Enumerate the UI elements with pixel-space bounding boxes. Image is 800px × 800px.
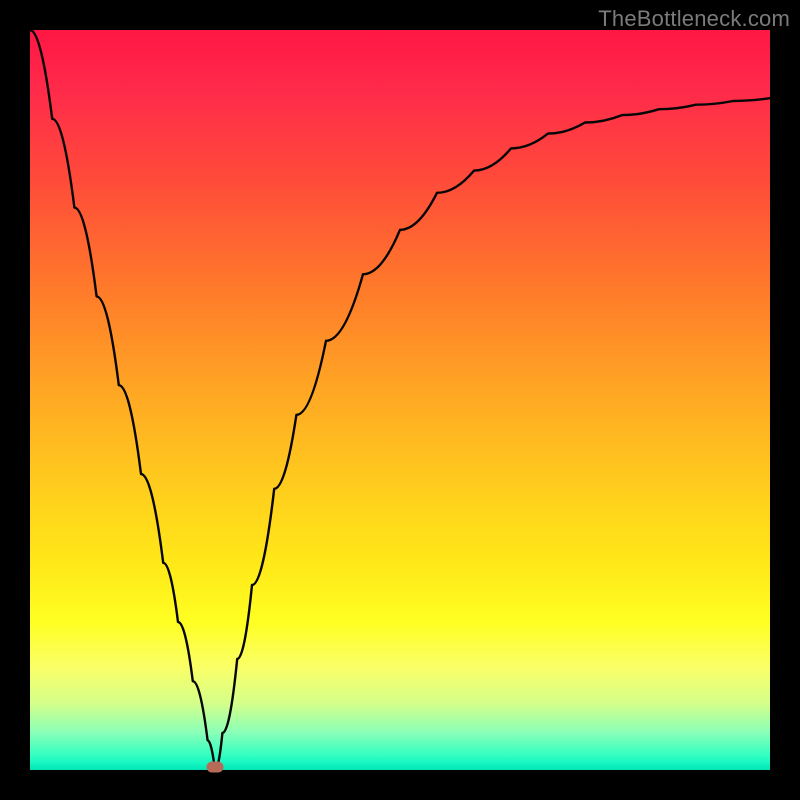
watermark-text: TheBottleneck.com [598, 6, 790, 32]
minimum-marker [207, 762, 224, 773]
curve-svg [30, 30, 770, 770]
curve-line [30, 30, 770, 770]
plot-area [30, 30, 770, 770]
chart-frame: TheBottleneck.com [0, 0, 800, 800]
